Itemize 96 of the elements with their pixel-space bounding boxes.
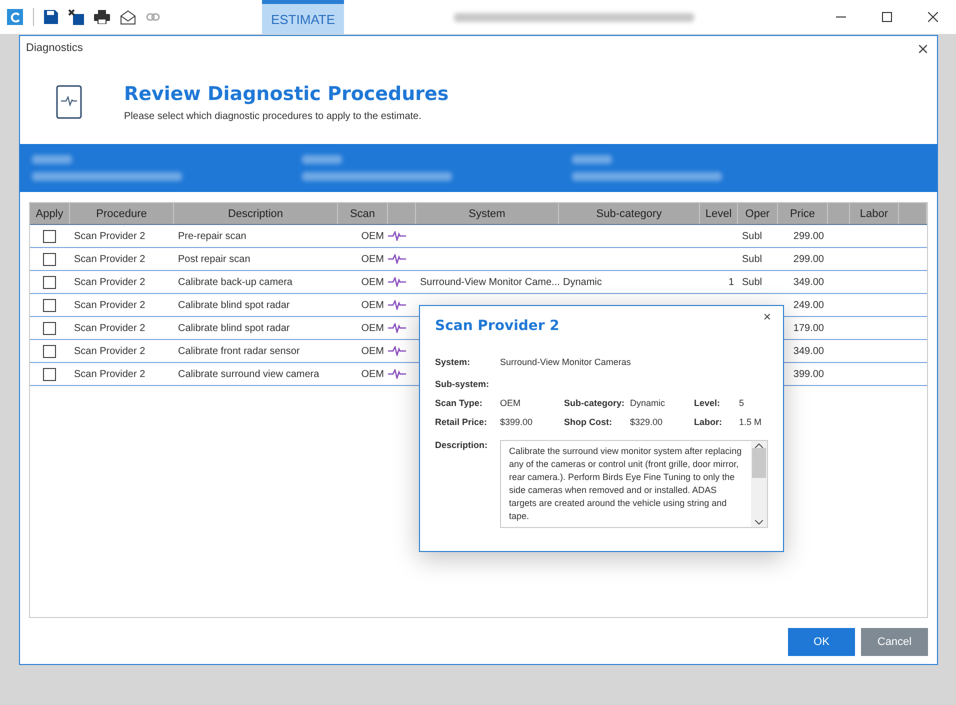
procedure-cell-text: Scan Provider 2	[73, 346, 146, 356]
procedure-cell-text: Scan Provider 2	[73, 368, 146, 380]
oper-cell-text: Subl	[741, 276, 764, 288]
apply-checkbox[interactable]	[43, 252, 56, 266]
save-close-icon[interactable]	[68, 9, 84, 25]
procedure-cell-text: Scan Provider 2	[73, 300, 146, 310]
apply-checkbox[interactable]	[43, 368, 56, 380]
description-cell-text: Calibrate blind spot radar	[177, 300, 291, 310]
description-cell-text: Calibrate surround view camera	[177, 368, 320, 380]
apply-checkbox[interactable]	[43, 298, 56, 312]
scan-cell-text: OEM	[360, 254, 385, 264]
scan-cell-text: OEM	[360, 300, 385, 310]
pulse-icon	[388, 323, 406, 333]
field-label: Scan Type:	[435, 398, 484, 408]
mail-icon[interactable]	[120, 10, 136, 24]
print-icon[interactable]	[94, 10, 110, 24]
field-value: OEM	[500, 398, 522, 408]
apply-checkbox[interactable]	[43, 322, 56, 334]
system-cell-text: Surround-View Monitor Came...	[419, 276, 559, 288]
scan-cell-text: OEM	[360, 322, 385, 334]
column-header[interactable]: Labor	[850, 203, 899, 224]
apply-checkbox[interactable]	[43, 230, 56, 242]
description-cell-text: Calibrate blind spot radar	[177, 322, 291, 334]
dialog-subtitle: Please select which diagnostic procedures to apply to the estimate.	[124, 110, 422, 122]
popup-close-button[interactable]: ×	[757, 308, 777, 325]
price-cell-text: 299.00	[792, 230, 825, 242]
column-header[interactable]: Apply	[30, 203, 70, 224]
redacted-text	[302, 155, 342, 164]
field-value: $329.00	[630, 417, 664, 427]
scroll-up-icon[interactable]	[755, 443, 763, 448]
field-label: Shop Cost:	[564, 417, 613, 427]
field-label: Retail Price:	[435, 417, 488, 427]
apply-checkbox[interactable]	[43, 344, 56, 358]
tablet-pulse-icon	[56, 85, 82, 119]
redacted-text	[572, 155, 612, 164]
field-value: 5	[739, 398, 746, 408]
procedure-cell-text: Scan Provider 2	[73, 230, 146, 242]
scan-cell-text: OEM	[360, 276, 385, 288]
estimate-tab[interactable]: ESTIMATE	[262, 0, 344, 34]
dialog-title: Diagnostics	[26, 42, 83, 54]
pulse-icon	[388, 369, 406, 379]
price-cell-text: 349.00	[792, 276, 825, 288]
description-box[interactable]	[500, 440, 768, 528]
scroll-down-icon[interactable]	[755, 520, 763, 525]
column-header[interactable]: Scan	[338, 203, 388, 224]
redacted-text	[32, 155, 72, 164]
field-label: Labor:	[694, 417, 723, 427]
scan-cell-text: OEM	[360, 230, 385, 242]
dialog-heading: Review Diagnostic Procedures	[124, 82, 449, 104]
field-label: Sub-category:	[564, 398, 626, 408]
subcategory-cell-text: Dynamic	[562, 276, 603, 288]
description-text: Calibrate the surround view monitor system after replacing any of the cameras or control unit (front grille, door mirror, rear camera.). Perform Birds Eye Fine Tuning to only the side cameras when removed and or installed. ADAS targets are created around the vehicle using string and tape.	[508, 445, 743, 523]
procedure-cell-text: Scan Provider 2	[73, 254, 146, 264]
column-header[interactable]: Description	[174, 203, 338, 224]
ok-button[interactable]: OK	[788, 628, 855, 656]
description-cell-text: Calibrate front radar sensor	[177, 346, 301, 356]
column-header[interactable]: Price	[778, 203, 828, 224]
cancel-button[interactable]: Cancel	[861, 628, 928, 656]
field-label: Sub-system:	[435, 379, 490, 389]
price-cell-text: 249.00	[792, 300, 825, 310]
field-value: 1.5 M	[739, 417, 763, 427]
oper-cell-text: Subl	[741, 254, 764, 264]
price-cell-text: 399.00	[792, 368, 825, 380]
description-cell-text: Pre-repair scan	[177, 230, 248, 242]
field-label: Description:	[435, 440, 489, 452]
scan-cell-text: OEM	[360, 346, 385, 356]
pulse-icon	[388, 300, 406, 310]
column-header[interactable]: Procedure	[70, 203, 174, 224]
price-cell-text: 179.00	[792, 322, 825, 334]
save-icon[interactable]	[44, 10, 58, 24]
column-header[interactable]: Sub-category	[559, 203, 700, 224]
column-header[interactable]: System	[416, 203, 559, 224]
scrollbar[interactable]	[751, 441, 767, 527]
column-header[interactable]: Level	[700, 203, 738, 224]
oper-cell-text: Subl	[741, 230, 764, 242]
column-header[interactable]: Oper	[738, 203, 778, 224]
field-value: Dynamic	[630, 398, 666, 408]
popup-title: Scan Provider 2	[435, 318, 560, 334]
field-value: $399.00	[500, 417, 534, 427]
apply-checkbox[interactable]	[43, 276, 56, 288]
field-label: System:	[435, 357, 472, 367]
description-cell-text: Post repair scan	[177, 254, 252, 264]
pulse-icon	[388, 346, 406, 356]
price-cell-text: 299.00	[792, 254, 825, 264]
field-value: Surround-View Monitor Cameras	[500, 357, 631, 367]
description-cell-text: Calibrate back-up camera	[177, 276, 294, 288]
pulse-icon	[388, 254, 406, 264]
level-cell-text: 1	[727, 276, 735, 288]
pulse-icon	[388, 277, 406, 287]
field-label: Level:	[694, 398, 722, 408]
app-logo-icon[interactable]	[7, 9, 23, 25]
pulse-icon	[388, 231, 406, 241]
scan-cell-text: OEM	[360, 368, 385, 380]
price-cell-text: 349.00	[792, 346, 825, 356]
procedure-cell-text: Scan Provider 2	[73, 322, 146, 334]
procedure-cell-text: Scan Provider 2	[73, 276, 146, 288]
